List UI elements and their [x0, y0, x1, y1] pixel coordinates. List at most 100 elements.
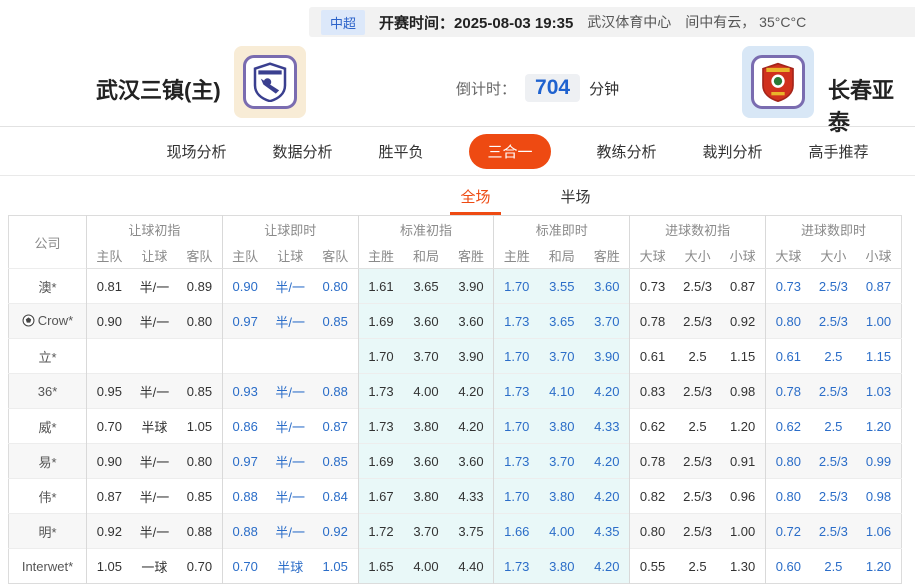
odds-cell[interactable]: 1.70	[493, 338, 540, 374]
odds-cell[interactable]: 半/一	[267, 303, 313, 339]
nav-tab-1[interactable]: 现场分析	[166, 141, 226, 162]
odds-cell[interactable]: 0.97	[221, 303, 268, 339]
odds-cell[interactable]: 1.65	[357, 548, 404, 584]
odds-cell[interactable]: 3.80	[403, 408, 449, 444]
odds-cell[interactable]	[312, 338, 359, 374]
company-cell[interactable]: Crow*	[8, 303, 87, 339]
odds-cell[interactable]: 1.72	[357, 513, 404, 549]
odds-cell[interactable]: 4.00	[403, 373, 449, 409]
odds-cell[interactable]: 1.05	[85, 548, 132, 584]
nav-tab-6[interactable]: 裁判分析	[703, 141, 763, 162]
odds-cell[interactable]: 0.98	[856, 478, 902, 514]
odds-cell[interactable]: 4.10	[539, 373, 585, 409]
odds-cell[interactable]: 0.97	[221, 443, 268, 479]
odds-cell[interactable]: 3.75	[448, 513, 494, 549]
odds-cell[interactable]: 0.78	[764, 373, 811, 409]
odds-cell[interactable]: 0.73	[764, 268, 811, 304]
odds-cell[interactable]: 2.5	[674, 338, 721, 374]
odds-cell[interactable]: 0.81	[85, 268, 132, 304]
odds-cell[interactable]: 3.70	[403, 338, 449, 374]
odds-cell[interactable]: 3.60	[403, 443, 449, 479]
odds-cell[interactable]: 1.70	[357, 338, 404, 374]
odds-cell[interactable]: 2.5/3	[810, 373, 857, 409]
odds-cell[interactable]: 0.80	[177, 443, 223, 479]
odds-cell[interactable]: 1.03	[856, 373, 902, 409]
odds-cell[interactable]: 3.90	[584, 338, 630, 374]
odds-cell[interactable]: 半/一	[131, 373, 178, 409]
odds-cell[interactable]: 0.78	[629, 303, 675, 339]
odds-cell[interactable]: 3.65	[403, 268, 449, 304]
odds-cell[interactable]: 2.5	[810, 338, 857, 374]
odds-cell[interactable]: 1.15	[856, 338, 902, 374]
nav-tab-5[interactable]: 教练分析	[597, 141, 657, 162]
odds-cell[interactable]: 1.06	[856, 513, 902, 549]
odds-cell[interactable]: 4.00	[539, 513, 585, 549]
odds-cell[interactable]: 半/一	[267, 408, 313, 444]
odds-cell[interactable]: 0.73	[629, 268, 675, 304]
company-cell[interactable]: 立*	[8, 338, 87, 374]
odds-cell[interactable]: 0.90	[85, 443, 132, 479]
odds-cell[interactable]: 3.60	[448, 443, 494, 479]
odds-cell[interactable]: 1.00	[720, 513, 766, 549]
odds-cell[interactable]: 0.80	[764, 303, 811, 339]
odds-cell[interactable]: 0.88	[177, 513, 223, 549]
odds-cell[interactable]: 2.5/3	[810, 513, 857, 549]
odds-cell[interactable]: 3.70	[539, 443, 585, 479]
odds-cell[interactable]: 半/一	[131, 513, 178, 549]
odds-cell[interactable]: 1.73	[493, 303, 540, 339]
odds-cell[interactable]: 0.87	[856, 268, 902, 304]
nav-tab-4[interactable]: 三合一	[469, 133, 551, 169]
odds-cell[interactable]: 0.86	[221, 408, 268, 444]
odds-cell[interactable]: 0.91	[720, 443, 766, 479]
nav-tab-3[interactable]: 胜平负	[378, 141, 423, 162]
odds-cell[interactable]: 3.65	[539, 303, 585, 339]
odds-cell[interactable]: 1.70	[493, 268, 540, 304]
odds-cell[interactable]: 0.85	[312, 303, 359, 339]
odds-cell[interactable]: 2.5/3	[674, 373, 721, 409]
odds-cell[interactable]: 1.05	[177, 408, 223, 444]
odds-cell[interactable]: 3.90	[448, 268, 494, 304]
odds-cell[interactable]: 3.60	[403, 303, 449, 339]
odds-cell[interactable]: 0.61	[629, 338, 675, 374]
odds-cell[interactable]: 0.87	[720, 268, 766, 304]
odds-cell[interactable]: 0.88	[312, 373, 359, 409]
odds-cell[interactable]: 1.70	[493, 478, 540, 514]
nav-tab-2[interactable]: 数据分析	[272, 141, 332, 162]
odds-cell[interactable]: 0.85	[177, 373, 223, 409]
odds-cell[interactable]: 3.80	[539, 408, 585, 444]
odds-cell[interactable]: 0.80	[177, 303, 223, 339]
odds-cell[interactable]: 半/一	[131, 303, 178, 339]
odds-cell[interactable]: 1.73	[493, 373, 540, 409]
odds-cell[interactable]: 0.99	[856, 443, 902, 479]
odds-cell[interactable]: 3.70	[584, 303, 630, 339]
odds-cell[interactable]: 1.20	[856, 548, 902, 584]
odds-cell[interactable]: 2.5	[674, 548, 721, 584]
odds-cell[interactable]: 半/一	[131, 478, 178, 514]
odds-cell[interactable]: 2.5/3	[674, 303, 721, 339]
odds-cell[interactable]: 0.89	[177, 268, 223, 304]
odds-cell[interactable]: 2.5/3	[674, 513, 721, 549]
league-badge[interactable]: 中超	[321, 9, 366, 35]
odds-cell[interactable]	[177, 338, 223, 374]
odds-cell[interactable]: 1.00	[856, 303, 902, 339]
odds-cell[interactable]: 半/一	[267, 443, 313, 479]
odds-cell[interactable]: 4.20	[448, 408, 494, 444]
odds-cell[interactable]: 0.60	[764, 548, 811, 584]
odds-cell[interactable]: 0.70	[177, 548, 223, 584]
nav-tab-7[interactable]: 高手推荐	[809, 141, 869, 162]
odds-cell[interactable]: 3.90	[448, 338, 494, 374]
odds-cell[interactable]: 0.87	[312, 408, 359, 444]
odds-cell[interactable]: 2.5	[674, 408, 721, 444]
odds-cell[interactable]: 3.80	[539, 548, 585, 584]
odds-cell[interactable]: 1.61	[357, 268, 404, 304]
odds-cell[interactable]: 4.20	[584, 443, 630, 479]
odds-cell[interactable]: 0.85	[312, 443, 359, 479]
odds-cell[interactable]: 1.69	[357, 303, 404, 339]
odds-cell[interactable]: 半/一	[267, 268, 313, 304]
odds-cell[interactable]: 4.20	[584, 373, 630, 409]
odds-cell[interactable]: 2.5/3	[810, 303, 857, 339]
odds-cell[interactable]: 半球	[267, 548, 313, 584]
odds-cell[interactable]: 1.15	[720, 338, 766, 374]
odds-cell[interactable]: 2.5/3	[810, 443, 857, 479]
odds-cell[interactable]: 1.73	[357, 408, 404, 444]
